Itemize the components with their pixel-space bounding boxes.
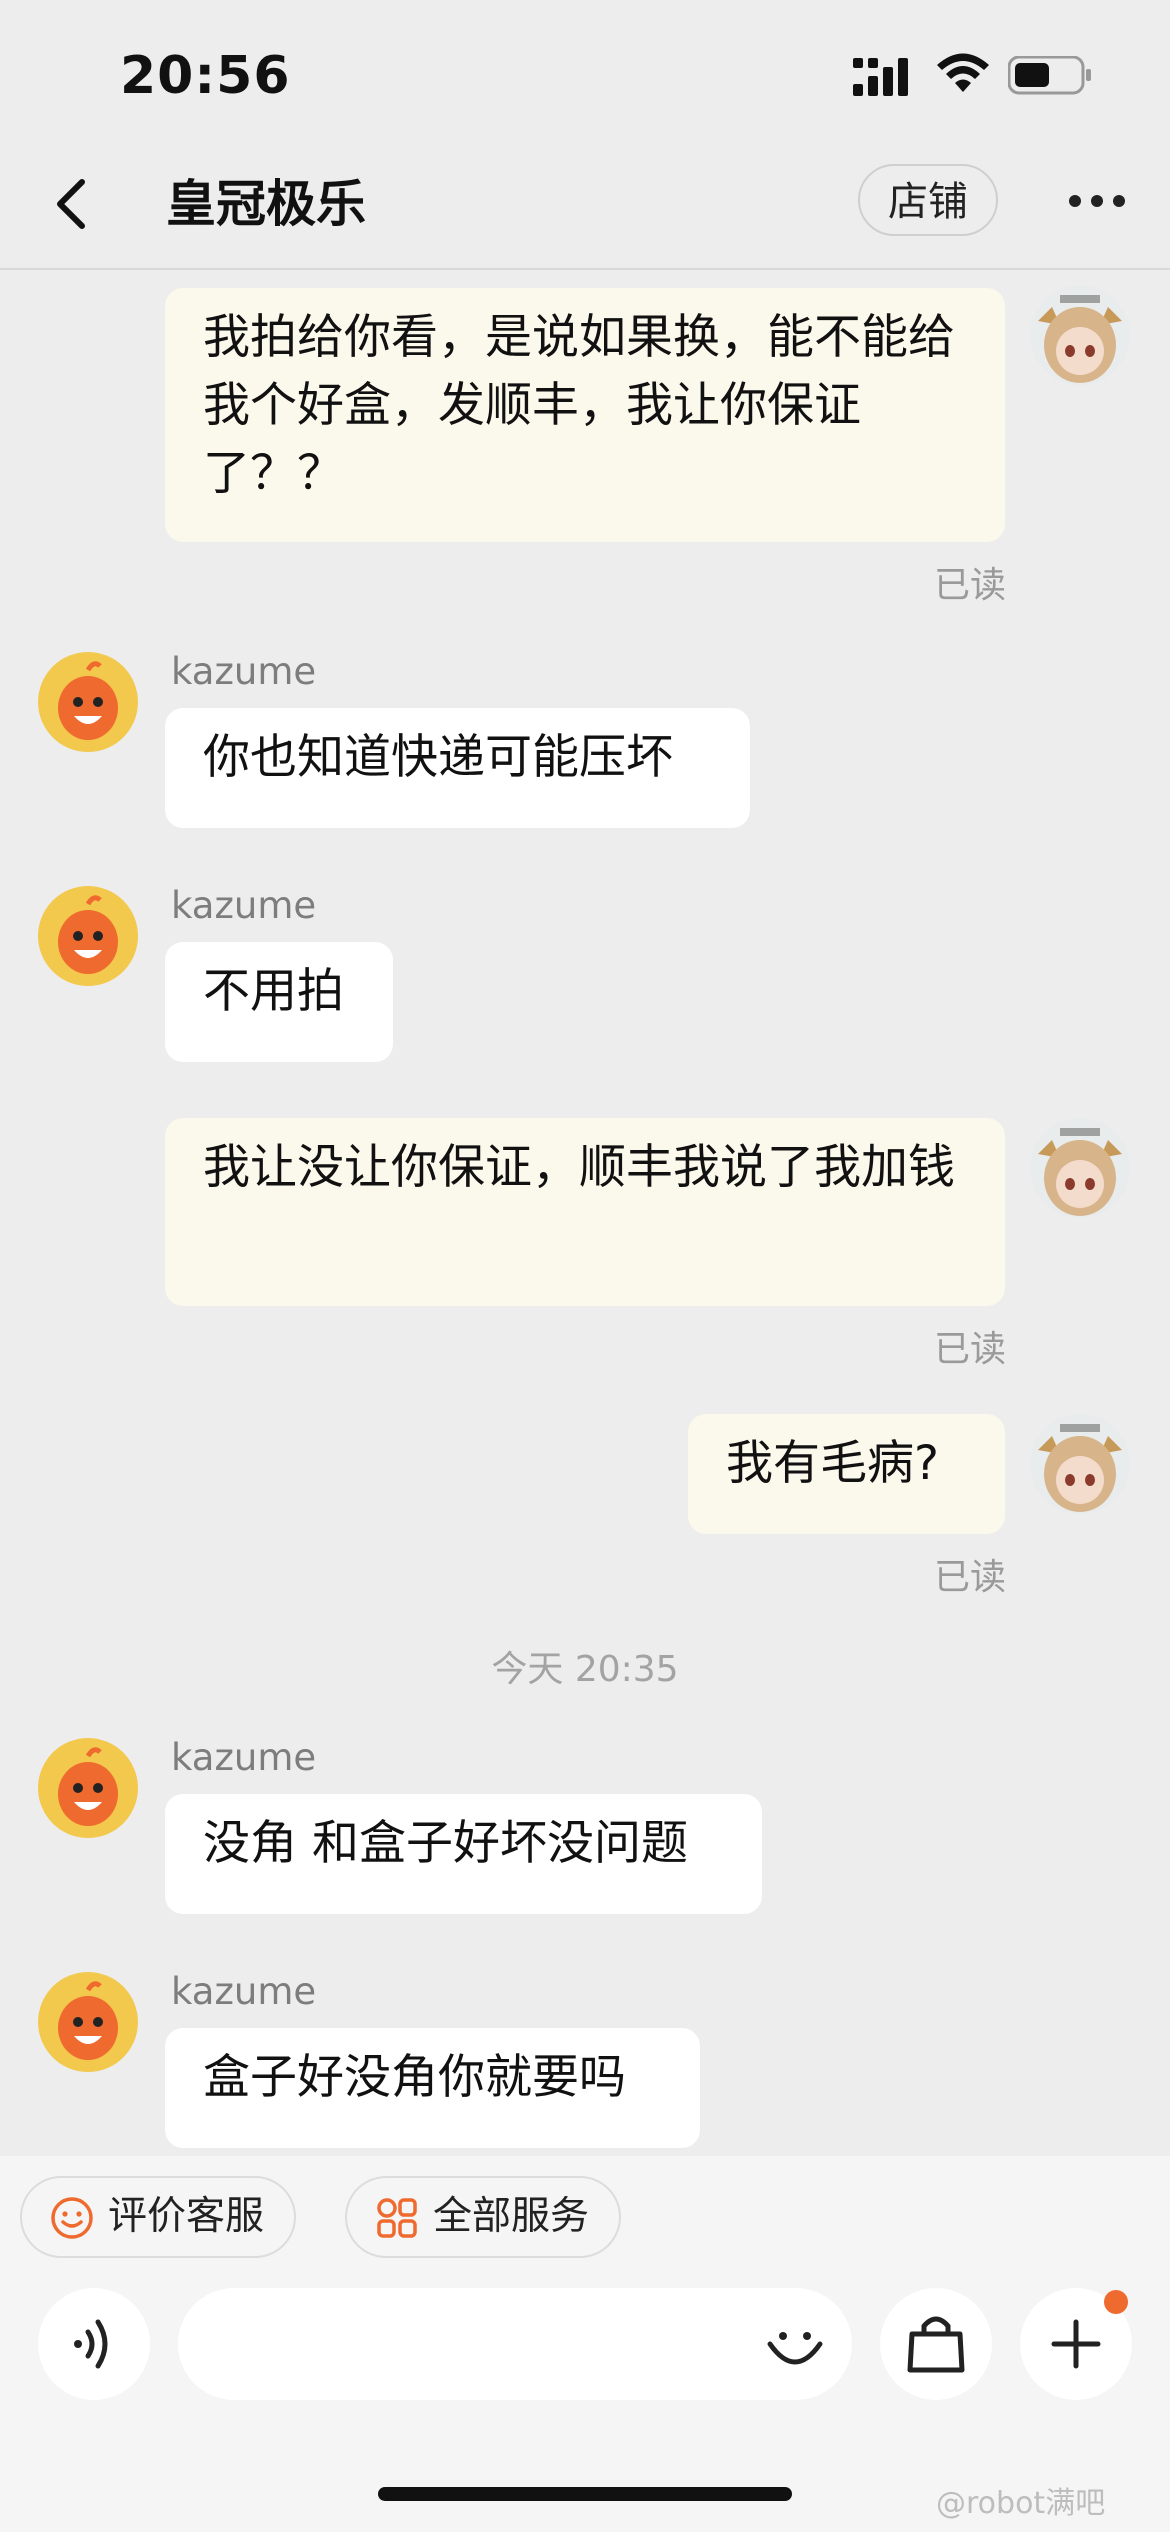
shopping-bag-icon [907, 2316, 965, 2373]
wifi-icon [937, 53, 989, 92]
rate-service-chip[interactable]: 评价客服 [20, 2176, 296, 2258]
watermark: @robot满吧 [936, 2486, 1106, 2521]
sender-name: kazume [171, 884, 317, 927]
read-receipt: 已读 [933, 565, 1006, 606]
services-grid-icon [377, 2198, 417, 2238]
cellular-signal-icon [853, 58, 908, 96]
sender-name: kazume [171, 1970, 317, 2013]
my-avatar[interactable] [1030, 1414, 1130, 1514]
voice-icon [74, 2319, 108, 2369]
seller-avatar[interactable] [38, 1972, 138, 2072]
battery-icon [1008, 56, 1091, 95]
smile-face-icon [51, 2197, 93, 2239]
timestamp-divider: 今天 20:35 [491, 1649, 679, 1690]
message-bubble-mine[interactable]: 我有毛病? [688, 1414, 1005, 1534]
message-input[interactable] [214, 2288, 738, 2402]
my-avatar[interactable] [1030, 1118, 1130, 1218]
bottom-input-panel: 评价客服 全部服务 [0, 2156, 1170, 2532]
chip-label: 全部服务 [433, 2194, 590, 2239]
seller-avatar[interactable] [38, 1738, 138, 1838]
read-receipt: 已读 [933, 1557, 1006, 1598]
chat-title: 皇冠极乐 [166, 175, 366, 233]
sender-name: kazume [171, 650, 317, 693]
chevron-left-icon[interactable] [48, 176, 96, 232]
seller-avatar[interactable] [38, 886, 138, 986]
home-indicator [378, 2487, 792, 2501]
more-actions-button[interactable] [1020, 2288, 1132, 2400]
shop-button[interactable]: 店铺 [858, 164, 998, 236]
all-services-chip[interactable]: 全部服务 [345, 2176, 621, 2258]
message-bubble-mine[interactable]: 我拍给你看，是说如果换，能不能给我个好盒，发顺丰，我让你保证了？？ [165, 288, 1005, 542]
seller-avatar[interactable] [38, 652, 138, 752]
message-bubble-theirs[interactable]: 盒子好没角你就要吗 [165, 2028, 700, 2148]
status-bar: 20:56 [0, 0, 1170, 150]
my-avatar[interactable] [1030, 285, 1130, 385]
chat-header: 皇冠极乐 店铺 [0, 150, 1170, 270]
plus-icon [1051, 2290, 1128, 2369]
message-bubble-theirs[interactable]: 没角 和盒子好坏没问题 [165, 1794, 762, 1914]
message-bubble-theirs[interactable]: 不用拍 [165, 942, 393, 1062]
status-time: 20:56 [120, 46, 291, 106]
chip-label: 评价客服 [108, 2194, 265, 2239]
message-input-box[interactable] [178, 2288, 852, 2402]
message-bubble-mine[interactable]: 我让没让你保证，顺丰我说了我加钱 [165, 1118, 1005, 1306]
ellipsis-icon[interactable] [1068, 194, 1126, 208]
shop-bag-button[interactable] [880, 2288, 992, 2400]
read-receipt: 已读 [933, 1329, 1006, 1370]
emoji-icon[interactable] [762, 2312, 828, 2378]
message-bubble-theirs[interactable]: 你也知道快递可能压坏 [165, 708, 750, 828]
sender-name: kazume [171, 1736, 317, 1779]
voice-button[interactable] [38, 2288, 150, 2400]
